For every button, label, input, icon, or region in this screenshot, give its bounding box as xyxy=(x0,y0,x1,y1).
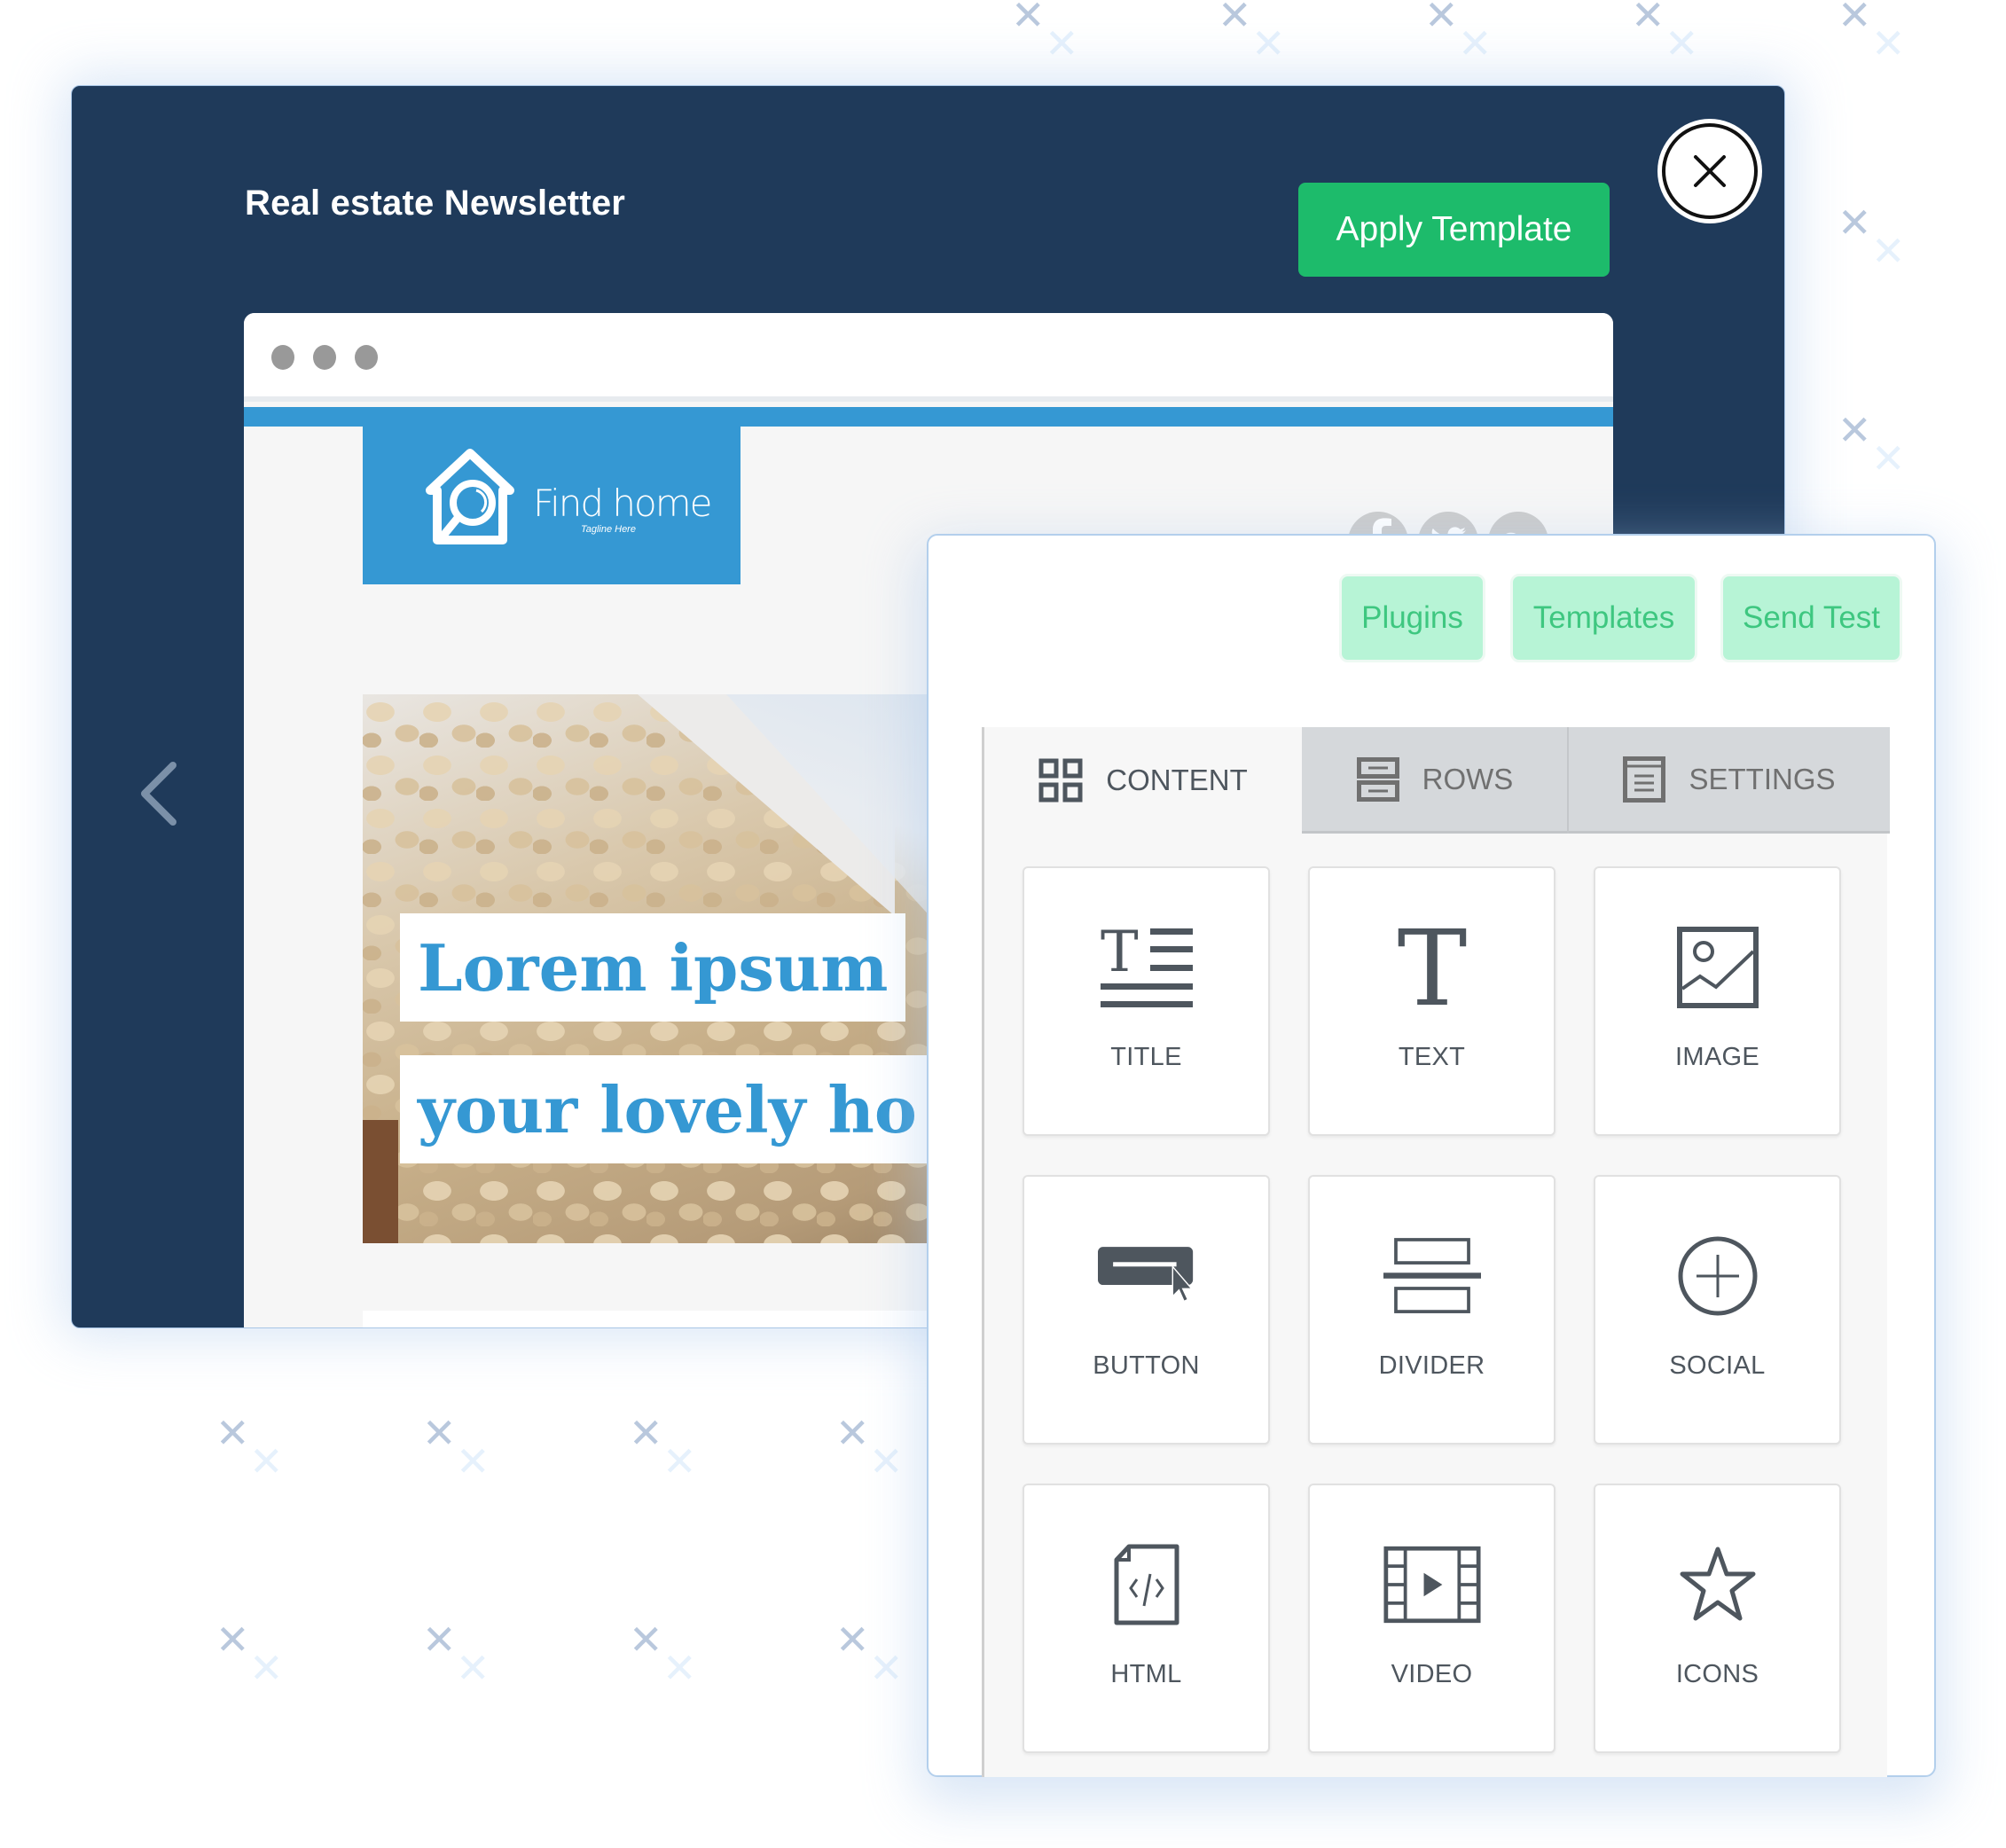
headline-text-1: Lorem ipsum xyxy=(418,929,889,1006)
decor-x: ✕ ✕ xyxy=(629,1409,697,1485)
decor-x: ✕ ✕ xyxy=(1838,0,1906,67)
block-label: VIDEO xyxy=(1391,1660,1473,1688)
block-label: BUTTON xyxy=(1093,1351,1200,1380)
decor-x: ✕ ✕ xyxy=(1424,0,1493,67)
hero-door xyxy=(363,1120,398,1243)
block-label: TITLE xyxy=(1110,1043,1182,1071)
title-icon: T xyxy=(1098,923,1195,1012)
plugins-button[interactable]: Plugins xyxy=(1339,574,1485,662)
tab-settings[interactable]: SETTINGS xyxy=(1569,727,1890,834)
block-video[interactable]: VIDEO xyxy=(1308,1484,1555,1753)
block-label: TEXT xyxy=(1398,1043,1466,1071)
tab-settings-label: SETTINGS xyxy=(1689,762,1836,795)
decor-x: ✕ ✕ xyxy=(1838,199,1906,275)
headline-line-1: Lorem ipsum xyxy=(400,913,906,1022)
tab-rows[interactable]: ROWS xyxy=(1302,727,1568,834)
chevron-left-icon xyxy=(141,762,176,826)
grid-icon xyxy=(1038,758,1083,803)
decor-x: ✕ ✕ xyxy=(422,1616,490,1692)
block-label: ICONS xyxy=(1675,1660,1759,1688)
logo-name: Find home xyxy=(533,482,712,525)
block-title[interactable]: T TITLE xyxy=(1023,866,1270,1136)
decor-x: ✕ ✕ xyxy=(1218,0,1286,67)
logo-tagline: Tagline Here xyxy=(581,524,636,535)
block-label: IMAGE xyxy=(1675,1043,1759,1071)
star-icon xyxy=(1669,1540,1767,1629)
html-icon xyxy=(1098,1540,1195,1629)
browser-bar xyxy=(244,313,1613,402)
close-button[interactable] xyxy=(1662,123,1758,219)
block-divider[interactable]: DIVIDER xyxy=(1308,1175,1555,1445)
block-image[interactable]: IMAGE xyxy=(1594,866,1841,1136)
decor-x: ✕ ✕ xyxy=(1631,0,1699,67)
decor-x: ✕ ✕ xyxy=(215,1616,284,1692)
apply-template-button[interactable]: Apply Template xyxy=(1298,183,1610,277)
house-search-icon xyxy=(426,449,514,544)
block-label: SOCIAL xyxy=(1669,1351,1766,1380)
decor-x: ✕ ✕ xyxy=(835,1616,904,1692)
svg-text:T: T xyxy=(1101,927,1139,985)
video-icon xyxy=(1383,1540,1481,1629)
block-social[interactable]: SOCIAL xyxy=(1594,1175,1841,1445)
tab-content-label: CONTENT xyxy=(1106,763,1248,796)
tab-content[interactable]: CONTENT xyxy=(984,727,1302,834)
block-button[interactable]: BUTTON xyxy=(1023,1175,1270,1445)
close-icon xyxy=(1694,155,1726,187)
headline-line-2: your lovely ho xyxy=(400,1055,935,1163)
text-icon: T xyxy=(1383,923,1481,1012)
svg-text:T: T xyxy=(1397,925,1467,1010)
modal-title: Real estate Newsletter xyxy=(245,184,626,223)
send-test-button[interactable]: Send Test xyxy=(1720,574,1902,662)
decor-x: ✕ ✕ xyxy=(422,1409,490,1485)
headline-text-2: your lovely ho xyxy=(418,1071,917,1147)
button-icon xyxy=(1097,1232,1195,1320)
block-html[interactable]: HTML xyxy=(1023,1484,1270,1753)
tabs-pane: CONTENT ROWS SETTINGS T TITLE T TEXT IMA… xyxy=(982,727,1890,1777)
rows-icon xyxy=(1356,756,1399,802)
social-icon xyxy=(1669,1232,1767,1320)
email-header-strip xyxy=(244,407,1613,427)
decor-x: ✕ ✕ xyxy=(629,1616,697,1692)
decor-x: ✕ ✕ xyxy=(1838,406,1906,482)
divider-icon xyxy=(1383,1232,1481,1320)
email-logo: Find home Tagline Here xyxy=(363,427,740,584)
block-text[interactable]: T TEXT xyxy=(1308,866,1555,1136)
tab-rows-label: ROWS xyxy=(1422,762,1514,795)
block-icons[interactable]: ICONS xyxy=(1594,1484,1841,1753)
window-dot xyxy=(355,345,378,370)
previous-template-button[interactable] xyxy=(137,760,180,827)
block-label: DIVIDER xyxy=(1378,1351,1485,1380)
window-dot xyxy=(271,345,294,370)
block-label: HTML xyxy=(1110,1660,1182,1688)
image-icon xyxy=(1669,923,1767,1012)
decor-x: ✕ ✕ xyxy=(215,1409,284,1485)
settings-doc-icon xyxy=(1623,756,1666,803)
decor-x: ✕ ✕ xyxy=(1011,0,1079,67)
decor-x: ✕ ✕ xyxy=(835,1409,904,1485)
content-builder-panel: Plugins Templates Send Test CONTENT ROWS xyxy=(927,534,1936,1777)
templates-button[interactable]: Templates xyxy=(1510,574,1697,662)
window-dot xyxy=(313,345,336,370)
